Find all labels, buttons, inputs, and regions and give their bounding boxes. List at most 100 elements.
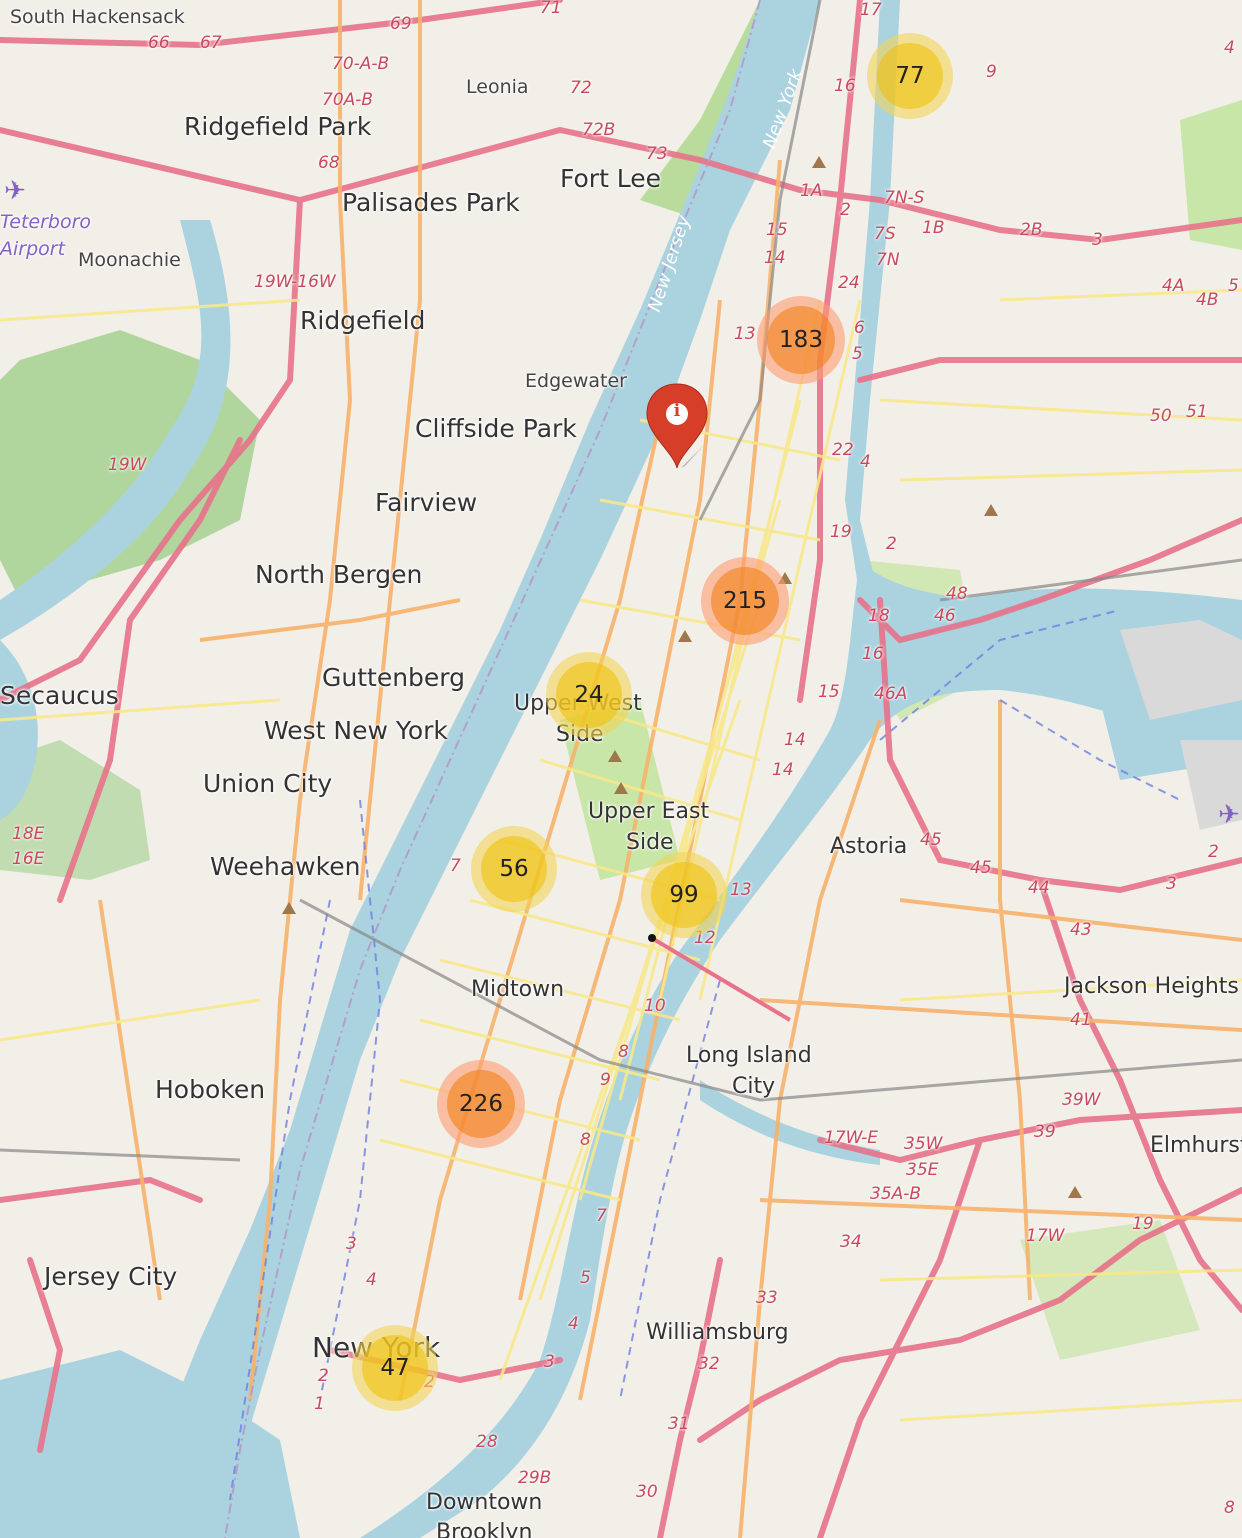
- place-label: Jersey City: [44, 1262, 178, 1291]
- marker-cluster[interactable]: 77: [867, 33, 953, 119]
- route-shield: 35A-B: [870, 1184, 922, 1204]
- route-shield: 3: [346, 1234, 357, 1254]
- place-label: Brooklyn: [436, 1520, 533, 1538]
- peak-icon: [1068, 1186, 1082, 1198]
- route-shield: 7N-S: [884, 188, 925, 208]
- place-label: Fort Lee: [560, 164, 662, 193]
- route-shield: 17W: [1026, 1226, 1065, 1246]
- route-shield: 13: [734, 324, 756, 344]
- place-label: Secaucus: [0, 681, 119, 710]
- route-shield: 73: [646, 144, 668, 164]
- route-shield: 2: [318, 1366, 329, 1386]
- route-shield: 3: [544, 1352, 555, 1372]
- route-shield: 14: [784, 730, 806, 750]
- route-shield: 35W: [904, 1134, 943, 1154]
- peak-icon: [608, 750, 622, 762]
- route-shield: 39: [1034, 1122, 1056, 1142]
- route-shield: 45: [970, 858, 992, 878]
- route-shield: 1A: [800, 181, 823, 201]
- route-shield: 13: [730, 880, 752, 900]
- place-label: Palisades Park: [342, 188, 520, 217]
- route-shield: 70-A-B: [332, 54, 390, 74]
- route-shield: 19: [1132, 1214, 1154, 1234]
- route-shield: 17: [860, 0, 882, 20]
- route-shield: 15: [766, 220, 788, 240]
- route-shield: 16: [862, 644, 884, 664]
- route-shield: 7: [596, 1206, 607, 1226]
- route-shield: 46A: [874, 684, 908, 704]
- marker-cluster[interactable]: 226: [437, 1060, 525, 1148]
- route-shield: 5: [580, 1268, 591, 1288]
- route-shield: 17W-E: [824, 1128, 878, 1148]
- route-shield: 4B: [1196, 290, 1219, 310]
- airplane-icon: ✈: [1218, 800, 1240, 830]
- route-shield: 51: [1186, 402, 1208, 422]
- route-shield: 68: [318, 153, 340, 173]
- place-label: Edgewater: [525, 370, 627, 392]
- route-shield: 10: [644, 996, 666, 1016]
- route-shield: 16: [834, 76, 856, 96]
- marker-cluster[interactable]: 183: [757, 296, 845, 384]
- route-shield: 7S: [874, 224, 896, 244]
- place-label: Upper East: [588, 799, 710, 824]
- marker-cluster[interactable]: 99: [641, 852, 727, 938]
- place-label: Downtown: [426, 1490, 543, 1515]
- marker-cluster[interactable]: 215: [701, 557, 789, 645]
- route-shield: 7: [450, 856, 461, 876]
- place-label: Union City: [203, 769, 333, 798]
- route-shield: 4: [366, 1270, 377, 1290]
- place-label: Midtown: [471, 977, 565, 1002]
- route-shield: 18: [868, 606, 890, 626]
- route-shield: 4: [1224, 38, 1235, 58]
- route-shield: 19: [830, 522, 852, 542]
- place-label: Long Island: [686, 1043, 812, 1068]
- route-shield: 9: [986, 62, 997, 82]
- route-shield: 2: [886, 534, 897, 554]
- route-shield: 24: [838, 273, 860, 293]
- route-shield: 2: [1208, 842, 1219, 862]
- route-shield: 4A: [1162, 276, 1185, 296]
- map-pin-marker[interactable]: i: [645, 382, 711, 472]
- route-shield: 1: [314, 1394, 325, 1414]
- route-shield: 7N: [876, 250, 900, 270]
- route-shield: 2: [840, 200, 851, 220]
- place-label: Ridgefield Park: [184, 112, 372, 141]
- cluster-count: 99: [669, 882, 699, 908]
- route-shield: 44: [1028, 878, 1050, 898]
- map-viewport[interactable]: South Hackensack Leonia Ridgefield Park …: [0, 0, 1242, 1538]
- place-label: Guttenberg: [322, 663, 466, 692]
- route-shield: 34: [840, 1232, 862, 1252]
- place-label: Elmhurst: [1150, 1133, 1242, 1158]
- route-shield: 19W-16W: [254, 272, 336, 292]
- cluster-count: 56: [499, 856, 529, 882]
- cluster-count: 215: [723, 588, 767, 614]
- route-shield: 1B: [922, 218, 945, 238]
- marker-cluster[interactable]: 47: [352, 1325, 438, 1411]
- route-shield: 8: [1224, 1498, 1235, 1518]
- peak-icon: [984, 504, 998, 516]
- route-shield: 14: [764, 248, 786, 268]
- route-shield: 3: [1166, 874, 1177, 894]
- info-icon-glyph: i: [673, 401, 681, 421]
- route-shield: 32: [698, 1354, 720, 1374]
- marker-cluster[interactable]: 24: [546, 652, 632, 738]
- route-shield: 35E: [906, 1160, 939, 1180]
- place-label: South Hackensack: [10, 6, 185, 28]
- cluster-count: 183: [779, 327, 823, 353]
- route-shield: 50: [1150, 406, 1172, 426]
- route-shield: 46: [934, 606, 956, 626]
- place-label: City: [732, 1074, 776, 1099]
- cluster-count: 24: [574, 682, 604, 708]
- place-label: Weehawken: [210, 852, 361, 881]
- route-shield: 4: [568, 1314, 579, 1334]
- route-shield: 18E: [12, 824, 45, 844]
- route-shield: 31: [668, 1414, 690, 1434]
- basemap-tiles: [0, 0, 1242, 1538]
- place-label: Jackson Heights: [1064, 974, 1239, 999]
- place-label: Side: [626, 830, 674, 855]
- place-label: Cliffside Park: [415, 414, 577, 443]
- route-shield: 70A-B: [322, 90, 374, 110]
- place-label: Williamsburg: [646, 1320, 789, 1345]
- place-label: Ridgefield: [300, 306, 426, 335]
- marker-cluster[interactable]: 56: [471, 826, 557, 912]
